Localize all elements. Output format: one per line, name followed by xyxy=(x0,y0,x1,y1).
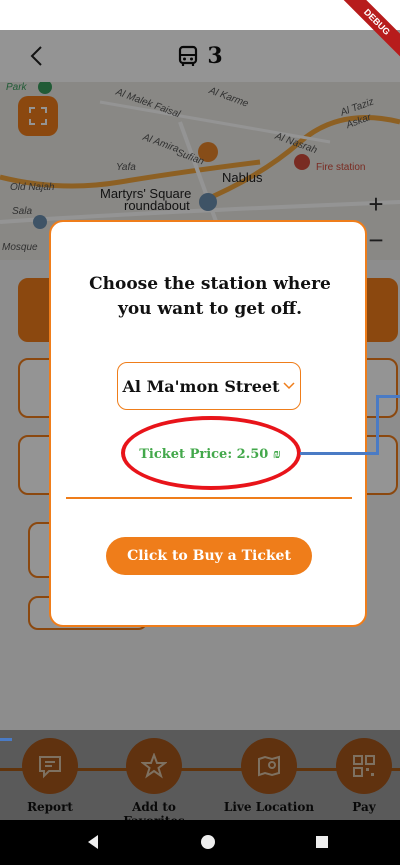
dialog-title: Choose the station where you want to get… xyxy=(89,274,331,319)
annotation-highlight-ellipse xyxy=(121,416,301,490)
status-time: 8:48 xyxy=(12,7,40,23)
annotation-connector xyxy=(376,395,400,398)
buy-ticket-button[interactable]: Click to Buy a Ticket xyxy=(106,537,312,575)
back-triangle-icon[interactable] xyxy=(86,834,100,850)
status-bar: 8:48 ▲ ▲ xyxy=(0,0,400,30)
warning-icon: ▲ ▲ xyxy=(47,7,77,23)
chevron-down-icon xyxy=(283,382,296,390)
annotation-connector xyxy=(300,452,378,455)
system-navigation-bar xyxy=(0,820,400,865)
annotation-connector xyxy=(376,395,379,455)
dialog-divider xyxy=(66,497,352,499)
station-selected-value: Al Ma'mon Street xyxy=(122,376,280,396)
recents-square-icon[interactable] xyxy=(315,834,329,850)
station-dropdown[interactable]: Al Ma'mon Street xyxy=(117,362,301,410)
home-circle-icon[interactable] xyxy=(200,834,216,850)
annotation-connector xyxy=(0,738,12,741)
app-screen: 8:48 ▲ ▲ DEBUG 3 Park Al Malek Faisal Al… xyxy=(0,0,400,865)
